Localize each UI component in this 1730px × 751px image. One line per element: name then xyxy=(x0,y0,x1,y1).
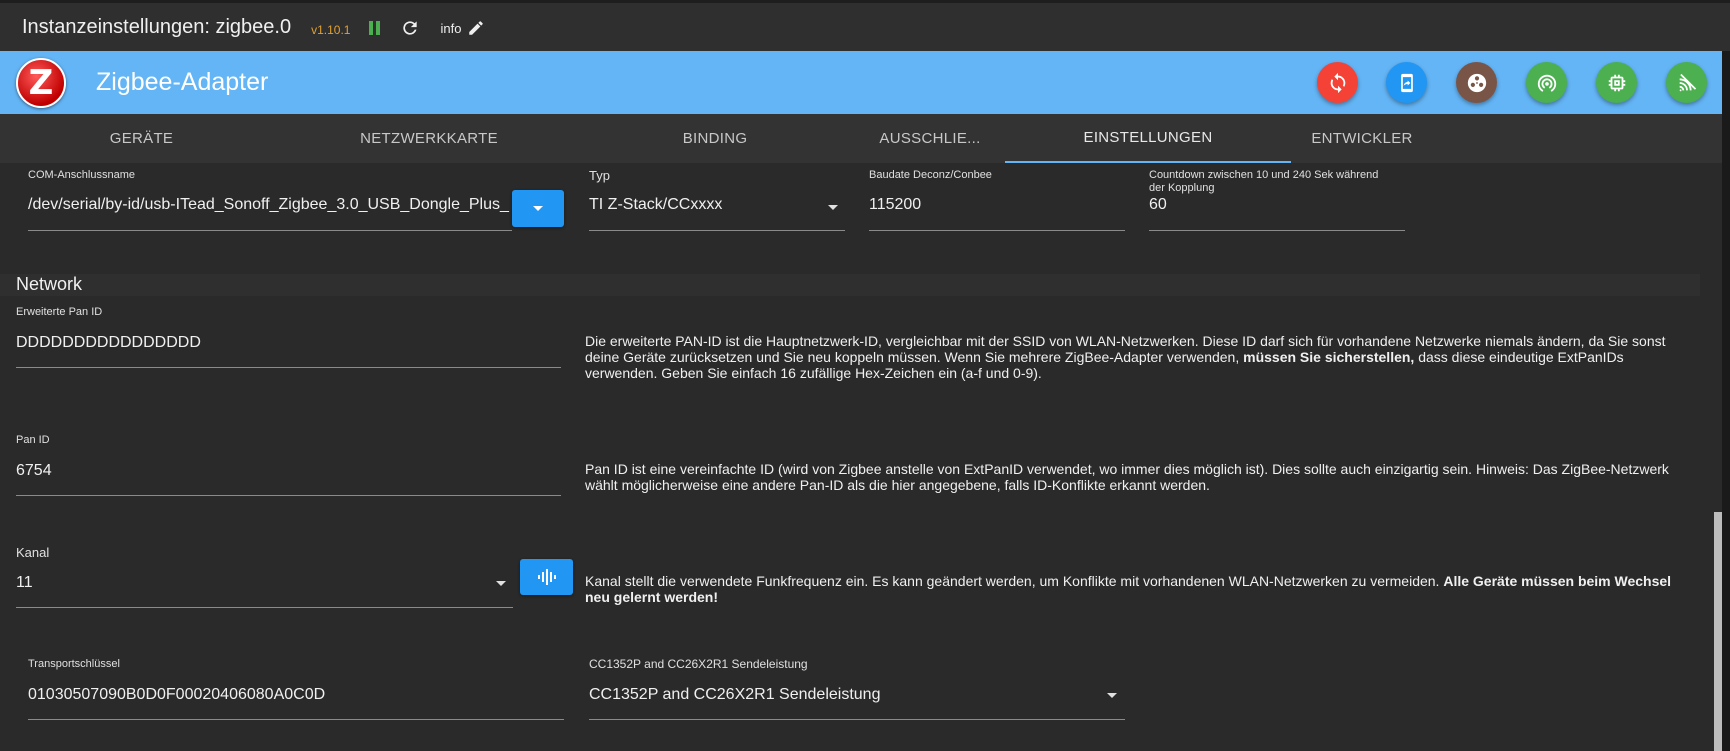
reel-icon xyxy=(1467,73,1486,92)
transport-key-label: Transportschlüssel xyxy=(28,658,120,670)
signal-button[interactable] xyxy=(1666,62,1707,103)
type-label: Typ xyxy=(589,168,610,183)
info-label: info xyxy=(440,21,462,36)
com-port-label: COM-Anschlussname xyxy=(28,169,135,181)
network-section-header xyxy=(0,274,1700,296)
audio-wave-icon xyxy=(537,569,556,585)
type-underline xyxy=(589,230,845,231)
com-port-dropdown-button[interactable] xyxy=(512,190,564,227)
channel-description: Kanal stellt die verwendete Funkfrequenz… xyxy=(585,573,1685,605)
radar-icon xyxy=(1537,74,1556,92)
pause-icon[interactable] xyxy=(368,20,382,36)
ext-pan-id-description: Die erweiterte PAN-ID ist die Hauptnetzw… xyxy=(585,333,1685,381)
pan-id-input[interactable]: 6754 xyxy=(16,462,561,480)
pan-id-label: Pan ID xyxy=(16,434,50,446)
countdown-input[interactable]: 60 xyxy=(1149,196,1405,214)
channel-label: Kanal xyxy=(16,545,50,560)
baudrate-label: Baudate Deconz/Conbee xyxy=(869,169,992,181)
type-chevron-down-icon xyxy=(828,205,838,210)
tx-power-underline xyxy=(589,719,1125,720)
sync-icon xyxy=(1330,72,1345,93)
channel-scan-button[interactable] xyxy=(520,559,573,595)
ext-pan-id-input[interactable]: DDDDDDDDDDDDDDDD xyxy=(16,334,561,352)
tab-binding[interactable]: BINDING xyxy=(575,114,855,163)
ext-pan-id-underline xyxy=(16,367,561,368)
title-bar: Instanzeinstellungen: zigbee.0 v1.10.1 i… xyxy=(0,0,1730,52)
countdown-underline xyxy=(1149,230,1405,231)
countdown-label: Countdown zwischen 10 und 240 Sek währen… xyxy=(1149,169,1378,195)
tab-entwickler[interactable]: ENTWICKLER xyxy=(1291,114,1433,163)
version-label: v1.10.1 xyxy=(311,22,351,37)
channel-underline xyxy=(16,607,513,608)
page-title: Instanzeinstellungen: zigbee.0 xyxy=(22,16,292,38)
transport-key-underline xyxy=(28,719,564,720)
baudrate-input[interactable]: 115200 xyxy=(869,196,1125,214)
scrollbar-thumb[interactable] xyxy=(1714,512,1722,751)
countdown-label-line1: Countdown zwischen 10 und 240 Sek währen… xyxy=(1149,169,1379,181)
refresh-icon[interactable] xyxy=(400,18,420,38)
phone-download-icon xyxy=(1400,73,1413,92)
window-edge xyxy=(1722,51,1730,751)
reel-button[interactable] xyxy=(1456,62,1497,103)
radar-button[interactable] xyxy=(1526,62,1567,103)
adapter-title: Zigbee-Adapter xyxy=(96,68,269,96)
logo-letter: Z xyxy=(28,62,54,103)
ext-pan-id-desc-bold: müssen Sie sicherstellen, xyxy=(1243,349,1415,365)
settings-content xyxy=(0,163,1714,751)
countdown-label-line2: der Kopplung xyxy=(1149,182,1215,194)
chevron-down-icon xyxy=(533,206,543,211)
transport-key-input[interactable]: 01030507090B0D0F00020406080A0C0D xyxy=(28,686,564,704)
pan-id-description: Pan ID ist eine vereinfachte ID (wird vo… xyxy=(585,461,1669,493)
network-section-title: Network xyxy=(16,274,83,294)
tab-bar: GERÄTE NETZWERKKARTE BINDING AUSSCHLIE..… xyxy=(0,114,1722,163)
tab-netzwerkkarte[interactable]: NETZWERKKARTE xyxy=(283,114,575,163)
channel-select[interactable]: 11 xyxy=(16,574,486,592)
chip-icon xyxy=(1608,74,1625,91)
tab-einstellungen[interactable]: EINSTELLUNGEN xyxy=(1005,114,1291,163)
tab-ausschluesse[interactable]: AUSSCHLIE... xyxy=(855,114,1005,163)
tx-power-label: CC1352P and CC26X2R1 Sendeleistung xyxy=(589,657,808,671)
pan-id-underline xyxy=(16,495,561,496)
tab-geraete[interactable]: GERÄTE xyxy=(0,114,283,163)
ext-pan-id-label: Erweiterte Pan ID xyxy=(16,306,103,318)
channel-chevron-down-icon xyxy=(496,581,506,586)
com-port-input[interactable]: /dev/serial/by-id/usb-ITead_Sonoff_Zigbe… xyxy=(28,196,512,214)
wifi-off-icon xyxy=(1679,73,1696,91)
reset-button[interactable] xyxy=(1317,62,1358,103)
type-select[interactable]: TI Z-Stack/CCxxxx xyxy=(589,196,819,214)
backup-button[interactable] xyxy=(1386,62,1427,103)
adapter-header: Z Zigbee-Adapter xyxy=(0,51,1722,114)
zigbee-logo-icon: Z xyxy=(16,57,66,108)
com-port-underline xyxy=(28,230,512,231)
tx-power-select[interactable]: CC1352P and CC26X2R1 Sendeleistung xyxy=(589,686,1089,704)
pencil-icon[interactable] xyxy=(467,19,485,37)
channel-desc-part1: Kanal stellt die verwendete Funkfrequenz… xyxy=(585,573,1444,589)
tx-power-chevron-down-icon xyxy=(1107,693,1117,698)
baudrate-underline xyxy=(869,230,1125,231)
chip-button[interactable] xyxy=(1596,62,1637,103)
